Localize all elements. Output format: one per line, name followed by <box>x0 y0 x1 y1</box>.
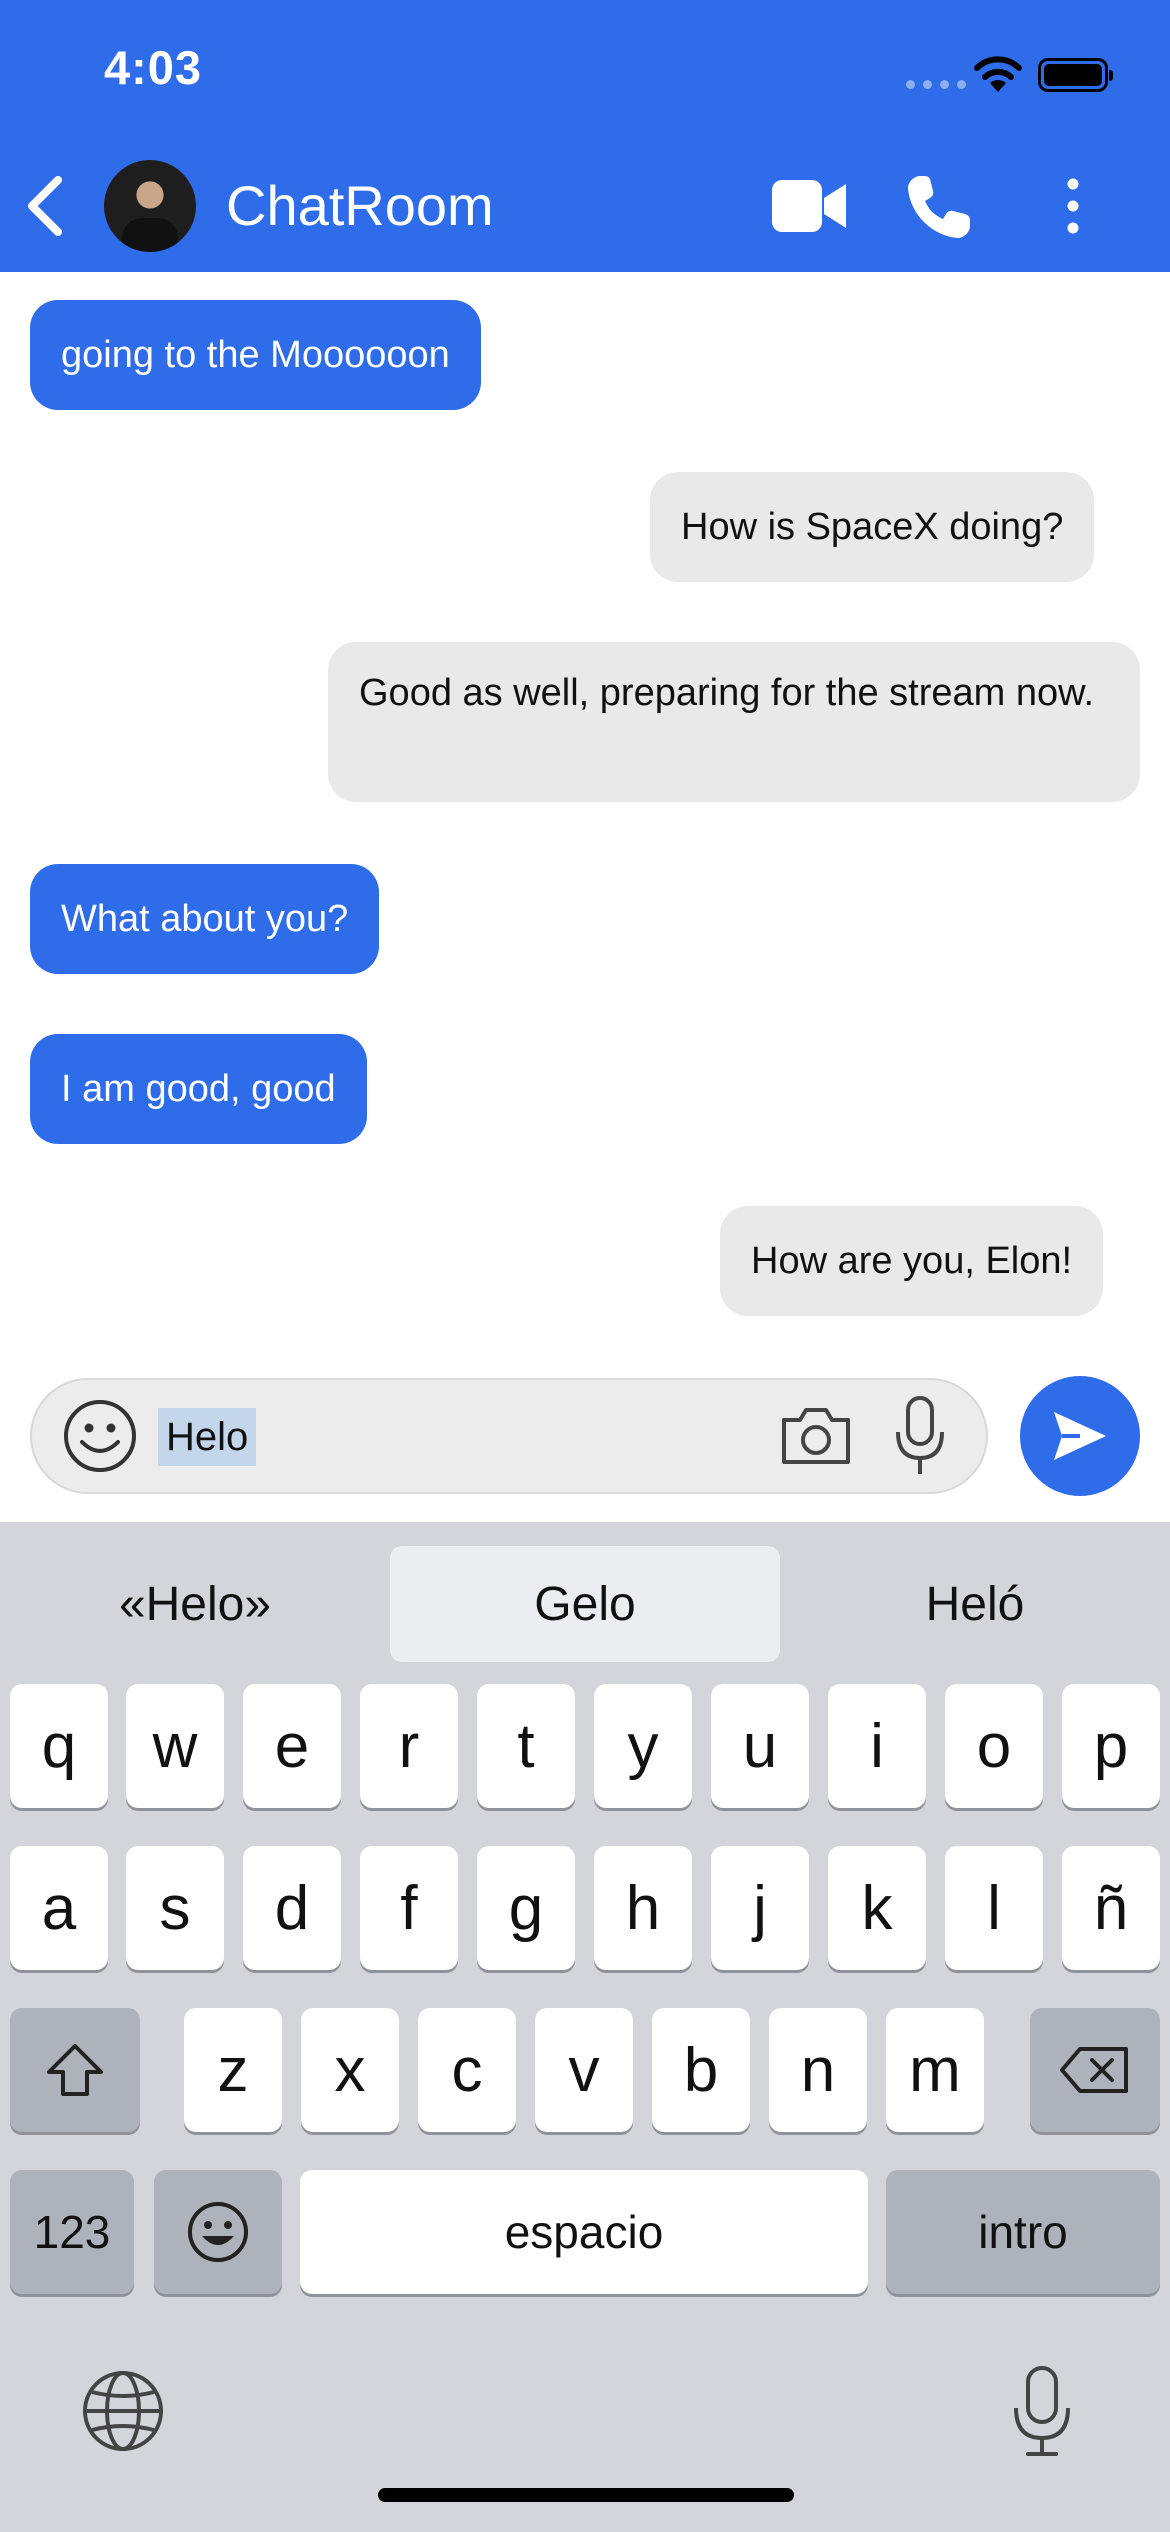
key-x[interactable]: x <box>301 2008 399 2132</box>
message-bubble-outgoing[interactable]: How are you, Elon! <box>720 1206 1104 1316</box>
avatar[interactable] <box>104 160 196 252</box>
space-key[interactable]: espacio <box>300 2170 868 2294</box>
more-options-icon[interactable] <box>1058 178 1088 234</box>
home-indicator <box>378 2488 794 2502</box>
message-input[interactable]: Helo <box>30 1378 988 1494</box>
key-e[interactable]: e <box>243 1684 341 1808</box>
key-d[interactable]: d <box>243 1846 341 1970</box>
key-b[interactable]: b <box>652 2008 750 2132</box>
message-input-text[interactable]: Helo <box>158 1408 257 1466</box>
message-bubble-incoming[interactable]: What about you? <box>30 864 380 974</box>
send-button[interactable] <box>1020 1376 1140 1496</box>
key-g[interactable]: g <box>477 1846 575 1970</box>
back-icon[interactable] <box>18 174 74 238</box>
key-y[interactable]: y <box>594 1684 692 1808</box>
backspace-key[interactable] <box>1030 2008 1160 2132</box>
suggestion-item[interactable]: Heló <box>780 1546 1170 1662</box>
key-t[interactable]: t <box>477 1684 575 1808</box>
message-bubble-incoming[interactable]: going to the Moooooon <box>30 300 481 410</box>
numbers-key[interactable]: 123 <box>10 2170 134 2294</box>
key-p[interactable]: p <box>1062 1684 1160 1808</box>
key-n-tilde[interactable]: ñ <box>1062 1846 1160 1970</box>
on-screen-keyboard: «Helo» Gelo Heló q w e r t y u i o p a s… <box>0 1522 1170 2532</box>
wifi-icon <box>974 56 1022 92</box>
battery-icon <box>1038 58 1113 92</box>
key-r[interactable]: r <box>360 1684 458 1808</box>
status-time: 4:03 <box>104 41 203 94</box>
cellular-signal-icon <box>906 80 966 89</box>
key-c[interactable]: c <box>418 2008 516 2132</box>
key-m[interactable]: m <box>886 2008 984 2132</box>
microphone-icon[interactable] <box>894 1394 946 1478</box>
emoji-keyboard-key[interactable] <box>154 2170 282 2294</box>
camera-icon[interactable] <box>778 1402 854 1470</box>
phone-call-icon[interactable] <box>906 174 974 240</box>
message-bubble-outgoing[interactable]: How is SpaceX doing? <box>650 472 1095 582</box>
chat-title[interactable]: ChatRoom <box>226 172 494 240</box>
dictation-microphone-icon[interactable] <box>1010 2364 1074 2460</box>
key-v[interactable]: v <box>535 2008 633 2132</box>
key-f[interactable]: f <box>360 1846 458 1970</box>
key-n[interactable]: n <box>769 2008 867 2132</box>
key-a[interactable]: a <box>10 1846 108 1970</box>
message-bubble-outgoing[interactable]: Good as well, preparing for the stream n… <box>328 642 1140 802</box>
return-key[interactable]: intro <box>886 2170 1160 2294</box>
message-bubble-incoming[interactable]: I am good, good <box>30 1034 367 1144</box>
key-o[interactable]: o <box>945 1684 1043 1808</box>
video-call-icon[interactable] <box>772 178 846 234</box>
key-q[interactable]: q <box>10 1684 108 1808</box>
key-i[interactable]: i <box>828 1684 926 1808</box>
suggestion-item[interactable]: «Helo» <box>0 1546 390 1662</box>
key-w[interactable]: w <box>126 1684 224 1808</box>
backspace-icon <box>1060 2047 1128 2093</box>
key-k[interactable]: k <box>828 1846 926 1970</box>
key-u[interactable]: u <box>711 1684 809 1808</box>
emoji-icon[interactable] <box>62 1398 138 1474</box>
suggestion-item[interactable]: Gelo <box>390 1546 780 1662</box>
shift-icon <box>47 2044 103 2096</box>
key-h[interactable]: h <box>594 1846 692 1970</box>
key-s[interactable]: s <box>126 1846 224 1970</box>
globe-icon[interactable] <box>80 2368 166 2454</box>
send-icon <box>1054 1412 1106 1460</box>
shift-key[interactable] <box>10 2008 140 2132</box>
key-j[interactable]: j <box>711 1846 809 1970</box>
emoji-icon <box>188 2202 248 2262</box>
app-header: 4:03 ChatRoom <box>0 0 1170 272</box>
key-z[interactable]: z <box>184 2008 282 2132</box>
key-l[interactable]: l <box>945 1846 1043 1970</box>
